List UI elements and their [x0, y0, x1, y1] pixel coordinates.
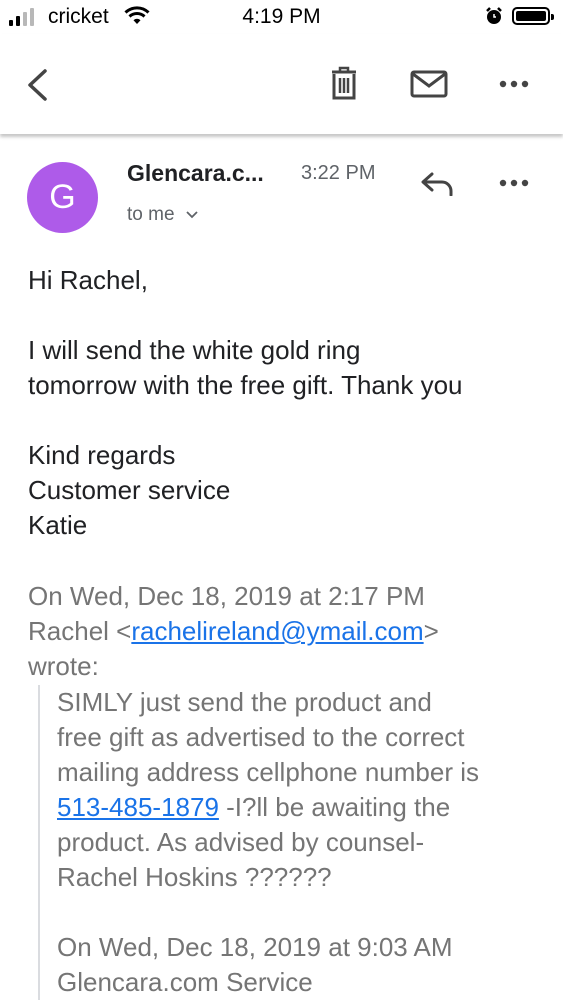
back-arrow-icon[interactable]: [25, 68, 51, 102]
sender-name[interactable]: Glencara.c...: [127, 160, 264, 187]
quoted-line: Rachel Hoskins ??????: [57, 862, 332, 892]
body-line: I will send the white gold ring: [28, 335, 361, 365]
quoted-line-rest: -I?ll be awaiting the: [218, 792, 451, 822]
quote-bar: [38, 685, 40, 1000]
email-link[interactable]: rachelireland@ymail.com: [131, 616, 423, 646]
more-icon[interactable]: [499, 80, 529, 88]
recipient-label: to me: [127, 204, 175, 225]
quote-sender-name: Rachel <: [28, 616, 132, 646]
message-more-icon[interactable]: [499, 179, 529, 187]
quoted-line: free gift as advertised to the correct: [57, 722, 465, 752]
quoted-line: mailing address cellphone number is: [57, 757, 480, 787]
chevron-down-icon: [186, 211, 198, 219]
phone-link[interactable]: 513-485-1879: [57, 792, 219, 822]
sent-time: 3:22 PM: [301, 162, 376, 184]
alarm-icon: [486, 7, 502, 24]
quoted-line: Glencara.com Service: [57, 967, 313, 997]
quote-attribution: On Wed, Dec 18, 2019 at 2:17 PM: [28, 581, 425, 611]
clock: 4:19 PM: [242, 5, 321, 28]
avatar[interactable]: G: [27, 162, 98, 233]
status-bar: cricket 4:19 PM: [0, 0, 563, 34]
quote-wrote: wrote:: [28, 651, 99, 681]
quoted-line: product. As advised by counsel-: [57, 827, 425, 857]
signature-line: Customer service: [28, 475, 231, 505]
recipient-details[interactable]: to me: [127, 204, 198, 226]
battery-icon: [512, 7, 554, 25]
trash-icon[interactable]: [330, 66, 358, 100]
quoted-line: SIMLY just send the product and: [57, 687, 432, 717]
quoted-line: On Wed, Dec 18, 2019 at 9:03 AM: [57, 932, 453, 962]
quoted-line: 513-485-1879 -I?ll be awaiting the: [57, 790, 450, 825]
reply-icon[interactable]: [420, 172, 454, 196]
greeting: Hi Rachel,: [28, 265, 148, 295]
toolbar: [0, 34, 563, 134]
quote-sender-close: >: [423, 616, 439, 646]
quote-sender: Rachel <rachelireland@ymail.com>: [28, 614, 439, 649]
signature-line: Kind regards: [28, 440, 176, 470]
body-line: tomorrow with the free gift. Thank you: [28, 370, 463, 400]
mail-icon[interactable]: [410, 70, 448, 98]
signature-line: Katie: [28, 510, 88, 540]
